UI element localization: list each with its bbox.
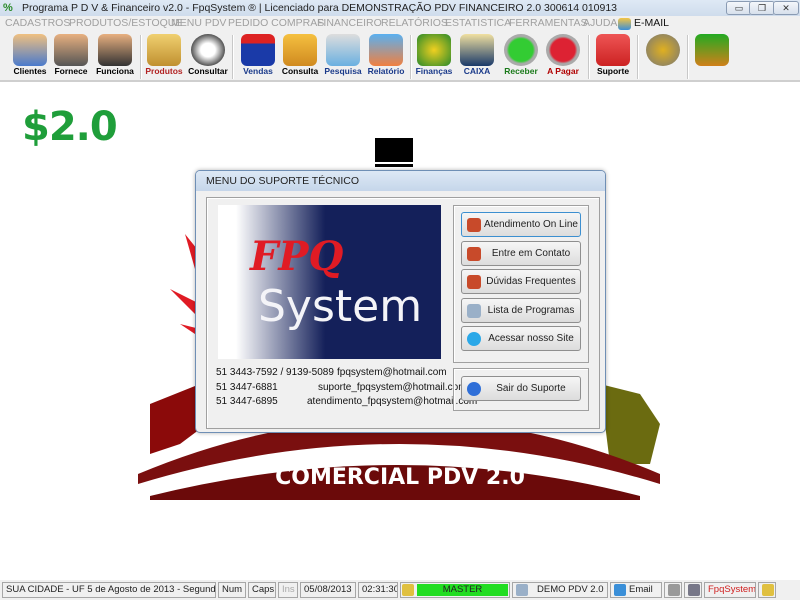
status-location-date: SUA CIDADE - UF 5 de Agosto de 2013 - Se… [2, 582, 216, 598]
user-icon [402, 584, 414, 596]
support-agent-icon [467, 218, 481, 232]
menu-pdv[interactable]: MENU PDV [171, 17, 226, 29]
entre-em-contato-button[interactable]: Entre em Contato [461, 241, 581, 266]
menu-produtos-estoque[interactable]: PRODUTOS/ESTOQUE [69, 17, 182, 29]
arrow-up-icon [467, 332, 481, 346]
toolbar-separator [687, 35, 689, 79]
computer-icon[interactable] [684, 582, 702, 598]
edition-icon [516, 584, 528, 596]
pesquisa-icon [326, 34, 360, 66]
a-pagar-icon [546, 34, 580, 66]
user-icon[interactable] [758, 582, 776, 598]
close-button[interactable]: ✕ [773, 1, 799, 15]
suporte-icon [596, 34, 630, 66]
email-icon [614, 584, 626, 596]
funciona-icon [98, 34, 132, 66]
app-icon: % [3, 2, 13, 14]
printer-icon[interactable] [664, 582, 682, 598]
title-bar: % Programa P D V & Financeiro v2.0 - Fpq… [0, 0, 800, 16]
menu-email[interactable]: E-MAIL [634, 17, 669, 29]
status-num: Num [218, 582, 246, 598]
support-dialog: MENU DO SUPORTE TÉCNICO FPQ System 51 34… [195, 170, 606, 433]
logo-system: System [258, 281, 423, 332]
phone-3: 51 3447-6895 [216, 396, 278, 407]
window-title: Programa P D V & Financeiro v2.0 - FpqSy… [22, 2, 618, 14]
toolbar-button-funciona[interactable]: Funciona [93, 34, 137, 80]
atendimento-online-button[interactable]: Atendimento On Line [461, 212, 581, 237]
programs-list-icon [467, 304, 481, 318]
fpq-logo: FPQ System [218, 205, 441, 359]
logo-fpq: FPQ [250, 233, 344, 280]
status-bar: SUA CIDADE - UF 5 de Agosto de 2013 - Se… [0, 580, 800, 600]
receber-icon [504, 34, 538, 66]
toolbar-label: Suporte [596, 66, 630, 76]
menu-relatorios[interactable]: RELATÓRIOS [381, 17, 448, 29]
phone-2: 51 3447-6881 [216, 382, 278, 393]
email-2[interactable]: suporte_fpqsystem@hotmail.com [318, 382, 467, 393]
vendas-icon [241, 34, 275, 66]
toolbar-button-consultar[interactable]: Consultar [186, 34, 230, 80]
menu-bar: CADASTROS PRODUTOS/ESTOQUE MENU PDV PEDI… [0, 16, 800, 32]
financas-icon [417, 34, 451, 66]
fornece-icon [54, 34, 88, 66]
menu-cadastros[interactable]: CADASTROS [5, 17, 70, 29]
clientes-icon [13, 34, 47, 66]
dialog-title: MENU DO SUPORTE TÉCNICO [206, 175, 360, 187]
status-time: 02:31:30 [358, 582, 398, 598]
status-edition: DEMO PDV 2.0 [537, 584, 604, 595]
consulta-icon [283, 34, 317, 66]
email-icon [618, 18, 631, 30]
status-email[interactable]: Email [610, 582, 662, 598]
menu-ajuda[interactable]: AJUDA [583, 17, 617, 29]
menu-estatistica[interactable]: ESTATISTICA [445, 17, 511, 29]
consultar-icon [191, 34, 225, 66]
produtos-icon [147, 34, 181, 66]
logo-text: COMERCIAL PDV 2.0 [275, 465, 525, 490]
toolbar-button-coin[interactable] [641, 34, 685, 80]
support-agent-icon [467, 275, 481, 289]
menu-pedido-compras[interactable]: PEDIDO COMPRAS [228, 17, 324, 29]
exit-icon [695, 34, 729, 66]
restore-button[interactable]: ❐ [749, 1, 775, 15]
support-agent-icon [467, 247, 481, 261]
status-ins: Ins [278, 582, 298, 598]
status-date: 05/08/2013 [300, 582, 356, 598]
arrow-right-icon [467, 382, 481, 396]
toolbar-button-suporte[interactable]: Suporte [591, 34, 635, 80]
email-3[interactable]: atendimento_fpqsystem@hotmail.com [307, 396, 477, 407]
menu-ferramentas[interactable]: FERRAMENTAS [509, 17, 588, 29]
coin-icon [646, 34, 680, 66]
toolbar: Clientes Fornece Funciona Produtos Consultar… [0, 32, 800, 82]
status-brand: FpqSystem [704, 582, 756, 598]
duvidas-frequentes-button[interactable]: Dúvidas Frequentes [461, 269, 581, 294]
menu-financeiro[interactable]: FINANCEIRO [317, 17, 382, 29]
lista-de-programas-button[interactable]: Lista de Programas [461, 298, 581, 323]
acessar-site-button[interactable]: Acessar nosso Site [461, 326, 581, 351]
exit-support-button[interactable]: Sair do Suporte [461, 376, 581, 401]
dialog-title-bar: MENU DO SUPORTE TÉCNICO [196, 171, 605, 191]
status-user: MASTER [417, 584, 508, 596]
email-1[interactable]: fpqsystem@hotmail.com [337, 367, 447, 378]
toolbar-button-exit[interactable] [690, 34, 734, 80]
phone-1: 51 3443-7592 / 9139-5089 [216, 367, 334, 378]
toolbar-button-a-pagar[interactable]: A Pagar [541, 34, 585, 80]
caixa-icon [460, 34, 494, 66]
relatorio-icon [369, 34, 403, 66]
status-caps: Caps [248, 582, 276, 598]
